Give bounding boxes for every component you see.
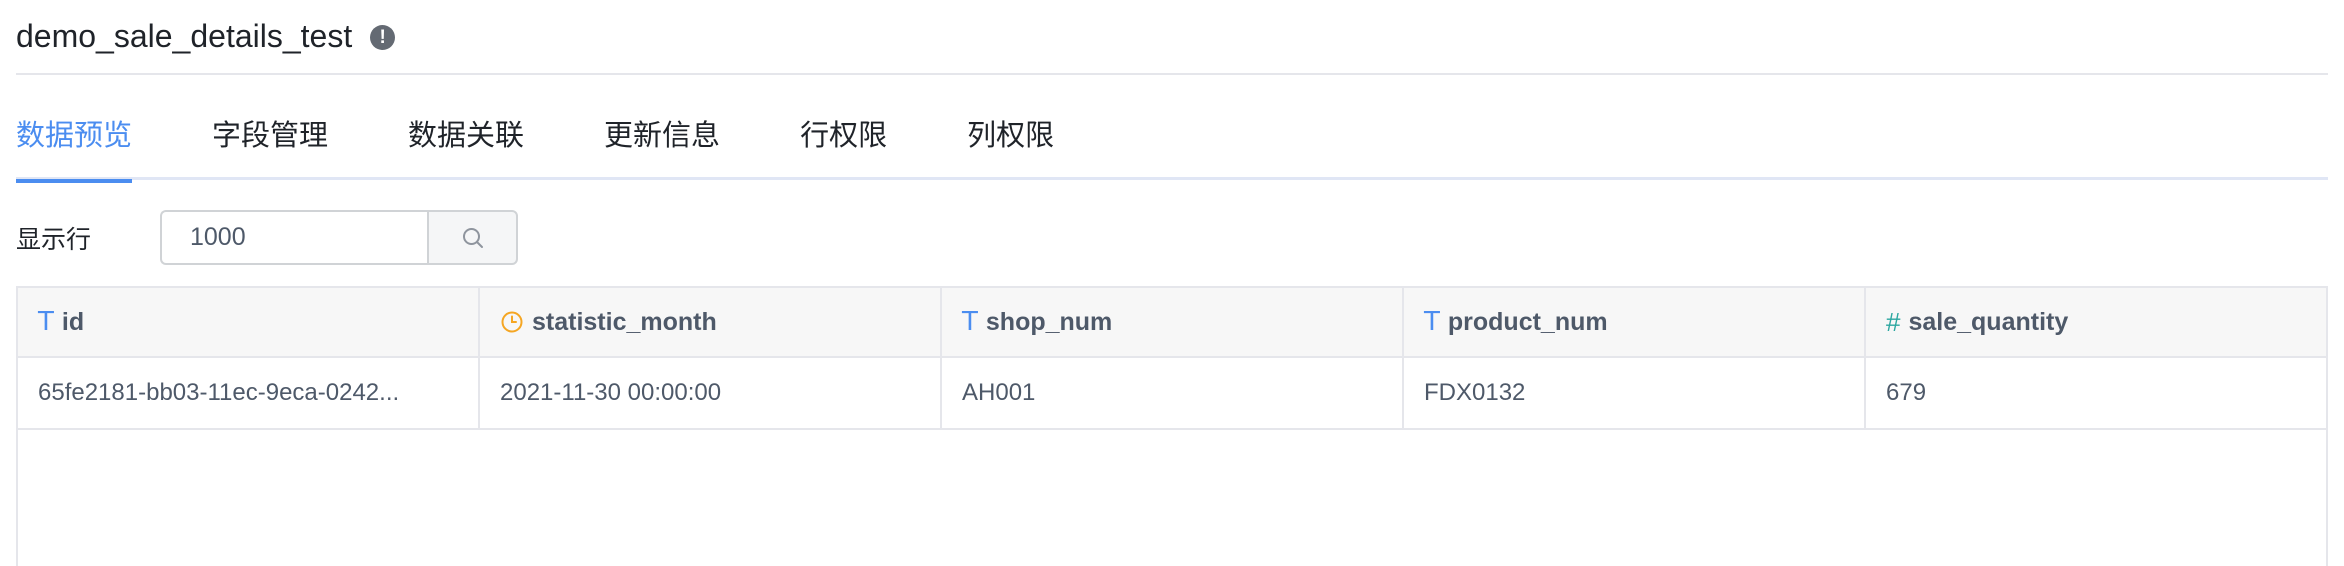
column-header-sale-quantity[interactable]: # sale_quantity — [1866, 288, 2326, 356]
column-header-id[interactable]: T id — [18, 288, 480, 356]
rows-label: 显示行 — [16, 226, 92, 254]
column-name: shop_num — [985, 307, 1113, 336]
search-icon — [462, 227, 483, 248]
text-type-icon: T — [38, 307, 54, 337]
column-name: product_num — [1447, 307, 1608, 336]
data-preview-table: T id statistic_month T shop_num T produc… — [16, 286, 2328, 566]
table-cell: 65fe2181-bb03-11ec-9eca-0242... — [18, 358, 480, 428]
table-header: T id statistic_month T shop_num T produc… — [18, 288, 2326, 358]
rows-count-input[interactable] — [160, 210, 427, 265]
text-type-icon: T — [962, 307, 978, 337]
rows-control — [160, 210, 518, 265]
column-name: id — [61, 307, 85, 336]
rows-search-button[interactable] — [427, 210, 518, 265]
tab-update-info[interactable]: 更新信息 — [604, 110, 720, 180]
tab-data-preview[interactable]: 数据预览 — [16, 110, 133, 183]
tab-field-management[interactable]: 字段管理 — [212, 110, 328, 180]
tab-row-permissions[interactable]: 行权限 — [800, 110, 887, 180]
column-header-statistic-month[interactable]: statistic_month — [480, 288, 942, 356]
number-type-icon: # — [1886, 306, 1901, 337]
tab-bar: 数据预览 字段管理 数据关联 更新信息 行权限 列权限 — [16, 110, 2328, 183]
page-title: demo_sale_details_test — [16, 18, 353, 54]
table-cell: 679 — [1886, 379, 1927, 406]
table-cell: 2021-11-30 00:00:00 — [480, 358, 942, 428]
column-name: statistic_month — [532, 307, 717, 336]
table-cell: FDX0132 — [1404, 358, 1866, 428]
table-cell: AH001 — [942, 358, 1404, 428]
tab-data-association[interactable]: 数据关联 — [408, 110, 524, 180]
info-icon[interactable]: ! — [370, 25, 396, 50]
dataset-detail-page: demo_sale_details_test ! 数据预览 字段管理 数据关联 … — [0, 0, 2344, 566]
column-name: sale_quantity — [1908, 307, 2069, 336]
table-row: 65fe2181-bb03-11ec-9eca-0242... 2021-11-… — [18, 358, 2326, 430]
tab-column-permissions[interactable]: 列权限 — [967, 110, 1054, 180]
column-header-product-num[interactable]: T product_num — [1404, 288, 1866, 356]
clock-type-icon — [500, 310, 524, 334]
text-type-icon: T — [1424, 307, 1440, 337]
column-header-shop-num[interactable]: T shop_num — [942, 288, 1404, 356]
page-header: demo_sale_details_test ! — [16, 0, 2328, 75]
